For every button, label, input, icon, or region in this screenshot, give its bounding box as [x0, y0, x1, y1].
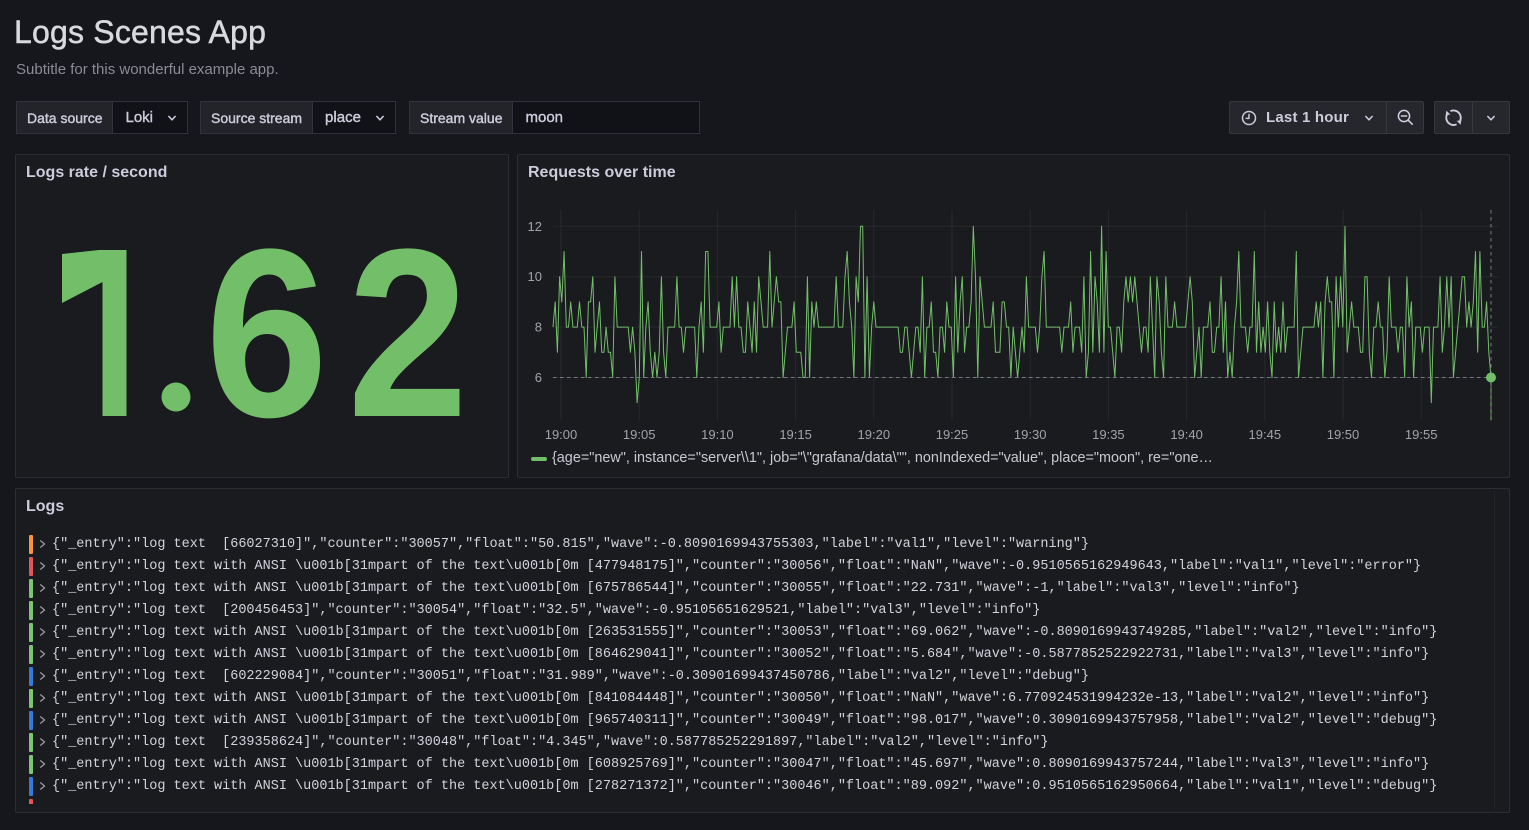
svg-text:2: 2	[347, 199, 468, 467]
svg-text:6: 6	[205, 198, 328, 467]
